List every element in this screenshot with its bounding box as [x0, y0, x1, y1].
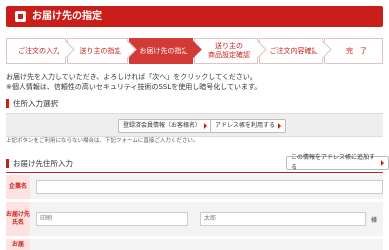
step-confirm: ご注文内容確認	[259, 38, 332, 64]
intro-text: お届け先を入力していただき、よろしければ「次へ」をクリックしてください。 ※個人…	[6, 72, 261, 92]
heading-marker	[6, 159, 9, 168]
progress-steps: ご注文の入力 送り主の指定 お届け先の指定 送り主の 商品設定確認 ご注文内容確…	[6, 38, 383, 64]
step-complete: 完 了	[324, 38, 383, 64]
address-book-button[interactable]: アドレス帳を利用する	[210, 119, 287, 133]
form-heading: お届け先住所入力	[6, 158, 73, 169]
checkbox-icon	[15, 11, 26, 22]
address-select-heading: 住所入力選択	[6, 98, 58, 109]
next-row: お届	[6, 239, 383, 250]
arrow-right-icon	[278, 123, 282, 129]
company-row: 企業名	[6, 175, 383, 199]
arrow-right-icon	[204, 123, 208, 129]
arrow-right-icon	[381, 160, 384, 166]
company-input[interactable]	[36, 180, 383, 194]
next-row-label: お届	[6, 239, 30, 250]
step-sender: 送り主の指定	[67, 38, 137, 64]
company-label: 企業名	[6, 175, 30, 199]
last-name-input[interactable]: 印刷	[36, 212, 188, 226]
recipient-name-label: お届け先氏名	[6, 202, 30, 236]
page-title: お届け先の指定	[32, 11, 102, 22]
ssl-notice: ※個人情報は、信頼性の高いセキュリティ技術のSSLを使用し暗号化しています。	[6, 83, 262, 91]
member-info-button[interactable]: 登録済会員情報（お客様名）	[118, 119, 213, 133]
address-select-panel: 登録済会員情報（お客様名） アドレス帳を利用する	[6, 113, 383, 137]
recipient-name-row: お届け先氏名 印刷 太郎 様	[6, 202, 383, 236]
step-order-input: ご注文の入力	[6, 38, 75, 64]
page-header: お届け先の指定	[6, 6, 383, 27]
step-destination: お届け先の指定	[129, 38, 202, 64]
honorific: 様	[371, 217, 378, 224]
intro-line: お届け先を入力していただき、よろしければ「次へ」をクリックしてください。	[6, 73, 257, 81]
heading-marker	[6, 99, 9, 108]
add-to-address-book-button[interactable]: この情報をアドレス帳に追加する	[286, 154, 389, 171]
first-name-input[interactable]: 太郎	[200, 212, 366, 226]
step-product-settings: 送り主の 商品設定確認	[194, 38, 267, 64]
divider	[6, 172, 383, 173]
form-note: 上記ボタンをご利用にならない場合は、下記フォームに直接ご入力ください。	[6, 138, 199, 144]
